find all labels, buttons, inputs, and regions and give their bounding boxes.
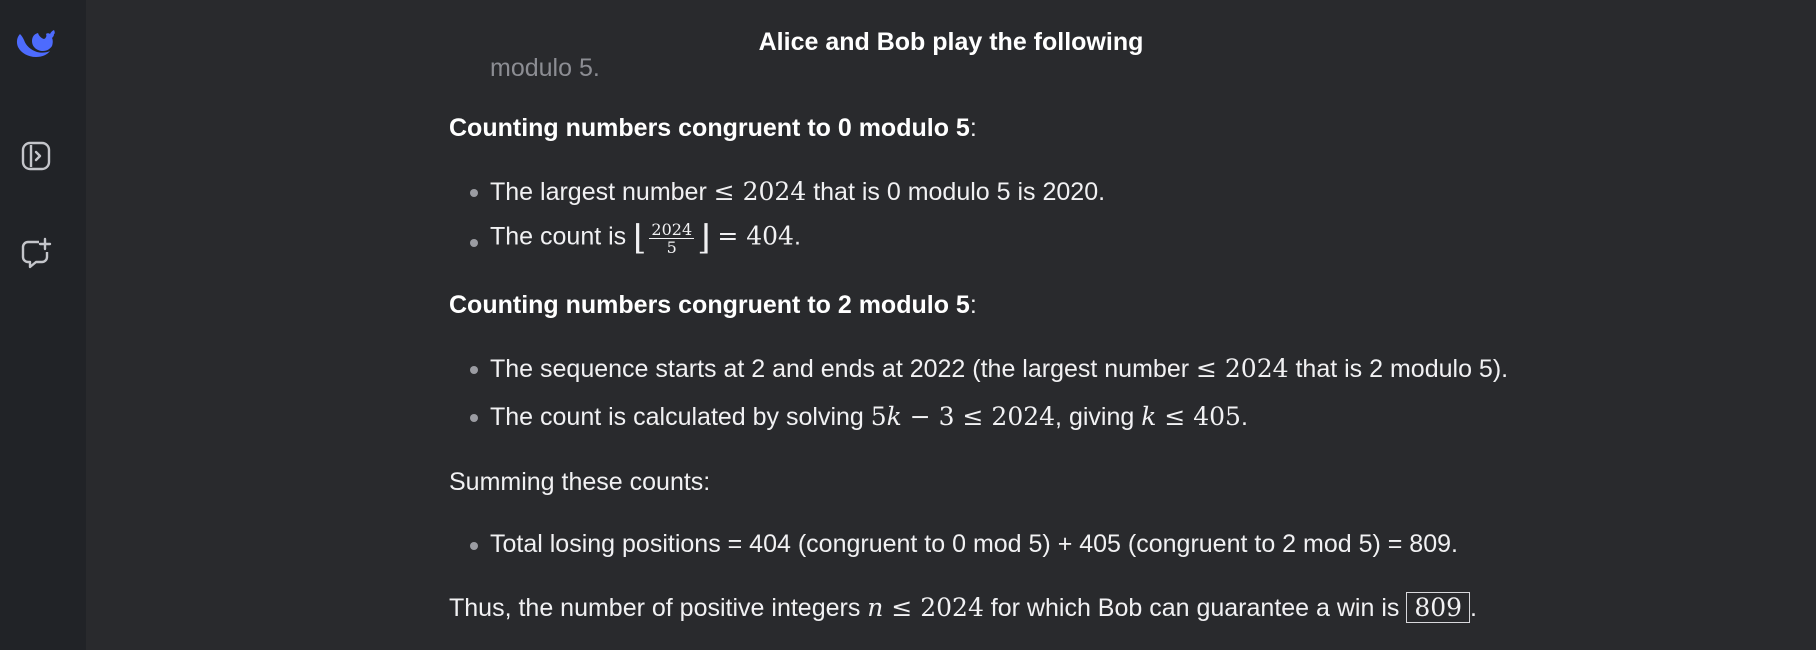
section-heading-2-mod-5: Counting numbers congruent to 2 modulo 5… <box>449 291 977 319</box>
bullet-dot <box>470 189 478 197</box>
final-answer-line: Thus, the number of positive integers n … <box>449 592 1477 623</box>
clipped-text: modulo 5. <box>490 54 600 76</box>
bullet-dot <box>470 542 478 550</box>
sidebar-toggle-button[interactable] <box>14 134 58 178</box>
deepseek-logo[interactable] <box>14 20 58 64</box>
new-chat-button[interactable] <box>14 232 58 276</box>
summing-text: Summing these counts: <box>449 468 711 496</box>
sidebar-toggle-icon <box>21 141 51 171</box>
bullet-dot <box>470 239 478 247</box>
chat-title: Alice and Bob play the following <box>758 28 1144 56</box>
sidebar <box>0 0 86 650</box>
bullet-dot <box>470 414 478 422</box>
new-chat-icon <box>21 237 52 269</box>
boxed-answer: 809 <box>1406 592 1471 623</box>
bullet-dot <box>470 366 478 374</box>
chat-main: Alice and Bob play the following modulo … <box>86 0 1816 650</box>
section-heading-0-mod-5: Counting numbers congruent to 0 modulo 5… <box>449 114 977 142</box>
fraction: 2024 5 <box>649 219 695 257</box>
whale-logo-icon <box>16 30 55 57</box>
